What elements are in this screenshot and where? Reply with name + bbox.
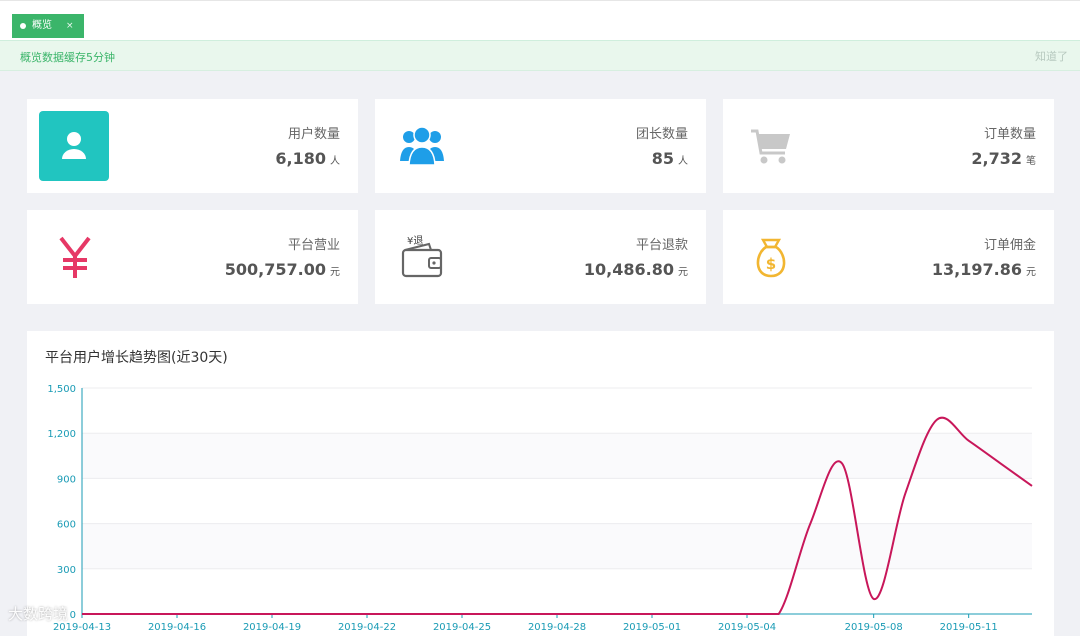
x-tick-label: 2019-04-28 [528, 622, 586, 633]
x-tick-label: 2019-04-16 [148, 622, 206, 633]
cache-notice: 概览数据缓存5分钟 知道了 [0, 40, 1080, 71]
data-point [524, 613, 526, 615]
data-point [176, 613, 178, 615]
stat-value: 500,757.00 元 [224, 260, 340, 279]
stat-card-users: 用户数量 6,180 人 [27, 99, 358, 193]
data-point [556, 613, 558, 615]
refund-wallet-icon: ¥退 [401, 232, 445, 280]
stat-value: 6,180 人 [275, 149, 340, 168]
data-point [271, 613, 273, 615]
data-point [239, 613, 241, 615]
data-point [398, 613, 400, 615]
x-tick-label: 2019-05-11 [940, 622, 998, 633]
tab-overview[interactable]: 概览 × [12, 14, 84, 38]
stat-label: 团长数量 [635, 127, 688, 142]
tab-close-icon[interactable]: × [66, 14, 74, 38]
data-point [144, 613, 146, 615]
money-bag-icon: $ [751, 236, 791, 280]
grid-band [82, 433, 1032, 479]
data-point [683, 613, 685, 615]
data-point [746, 613, 748, 615]
data-point [841, 462, 843, 464]
data-point [873, 598, 875, 600]
data-point [904, 492, 906, 494]
user-icon [39, 111, 109, 181]
data-point [1031, 485, 1033, 487]
data-point [334, 613, 336, 615]
stat-value: 10,486.80 元 [583, 260, 688, 279]
data-point [968, 440, 970, 442]
data-point [936, 419, 938, 421]
data-point [429, 613, 431, 615]
svg-text:$: $ [766, 255, 776, 273]
data-point [366, 613, 368, 615]
data-point [651, 613, 653, 615]
tab-overview-label: 概览 [32, 20, 52, 31]
x-tick-label: 2019-05-08 [845, 622, 903, 633]
chart-title: 平台用户增长趋势图(近30天) [45, 350, 228, 366]
data-point [81, 613, 83, 615]
y-tick-label: 1,200 [47, 429, 76, 440]
tab-bar: 概览 × [0, 0, 1080, 40]
data-point [619, 613, 621, 615]
x-tick-label: 2019-05-04 [718, 622, 776, 633]
x-tick-label: 2019-04-25 [433, 622, 491, 633]
stat-label: 平台退款 [635, 238, 688, 253]
stat-card-orders: 订单数量 2,732 笔 [723, 99, 1054, 193]
user-growth-chart: 03006009001,2001,5002019-04-13 2019-04-16… [47, 384, 1033, 633]
stat-label: 订单佣金 [983, 238, 1036, 253]
cart-icon [749, 127, 793, 167]
y-tick-label: 300 [57, 565, 76, 576]
tab-active-dot-icon [20, 23, 26, 29]
cache-notice-message: 概览数据缓存5分钟 [20, 51, 115, 64]
stat-card-commission: $ 订单佣金 13,197.86 元 [723, 210, 1054, 304]
data-point [999, 462, 1001, 464]
stat-value: 13,197.86 元 [931, 260, 1036, 279]
team-icon [399, 123, 445, 169]
y-tick-label: 900 [57, 474, 76, 485]
data-point [493, 613, 495, 615]
x-tick-label: 2019-05-01 [623, 622, 681, 633]
stat-label: 订单数量 [983, 127, 1036, 142]
x-tick-label: 2019-04-19 [243, 622, 301, 633]
y-tick-label: 1,500 [47, 384, 76, 395]
user-growth-chart-card: 0 300 600 900 1,200 1,500 2019-04-13 2019-04-16… [27, 331, 1054, 636]
y-tick-label: 0 [70, 610, 76, 621]
data-point [113, 613, 115, 615]
stat-value: 85 人 [651, 149, 688, 168]
data-point [714, 613, 716, 615]
data-point [778, 613, 780, 615]
data-point [809, 523, 811, 525]
x-tick-label: 2019-04-22 [338, 622, 396, 633]
yen-icon [55, 232, 95, 282]
stat-label: 平台营业 [287, 238, 340, 253]
data-point [461, 613, 463, 615]
stat-value: 2,732 笔 [971, 149, 1036, 168]
stat-card-refund: ¥退 平台退款 10,486.80 元 [375, 210, 706, 304]
data-point [588, 613, 590, 615]
stat-card-team-leaders: 团长数量 85 人 [375, 99, 706, 193]
watermark-logo: 大数跨境 [8, 605, 69, 623]
y-tick-label: 600 [57, 520, 76, 531]
data-point [208, 613, 210, 615]
stat-card-revenue: 平台营业 500,757.00 元 [27, 210, 358, 304]
data-point [303, 613, 305, 615]
notice-dismiss-link[interactable]: 知道了 [1035, 48, 1068, 64]
stat-label: 用户数量 [287, 127, 340, 142]
